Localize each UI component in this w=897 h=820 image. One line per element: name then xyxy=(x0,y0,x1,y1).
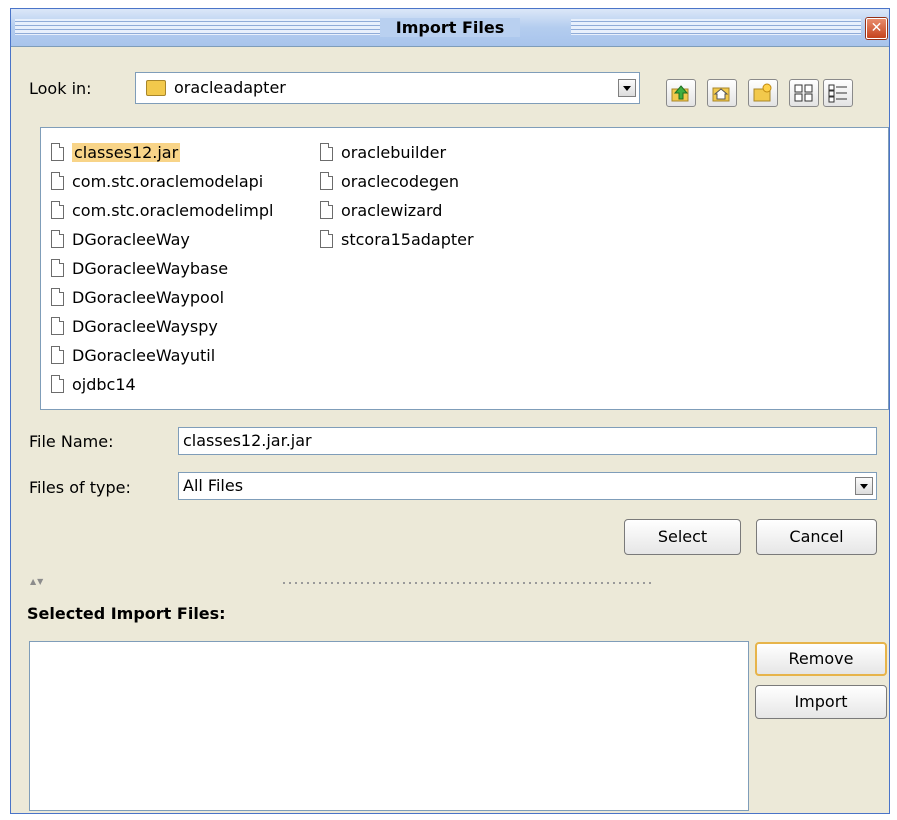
details-view-icon xyxy=(828,84,847,103)
file-item[interactable]: classes12.jar xyxy=(47,141,181,165)
file-item[interactable]: oraclecodegen xyxy=(316,170,459,194)
file-icon xyxy=(320,143,333,161)
file-name: com.stc.oraclemodelapi xyxy=(72,172,264,191)
home-icon xyxy=(712,87,730,102)
file-item[interactable]: oraclebuilder xyxy=(316,141,446,165)
file-name: classes12.jar xyxy=(72,143,181,162)
file-icon xyxy=(51,172,64,190)
file-item[interactable]: ojdbc14 xyxy=(47,373,136,397)
file-icon xyxy=(51,346,64,364)
files-of-type-label: Files of type: xyxy=(29,478,131,497)
chevron-down-icon[interactable] xyxy=(855,477,873,495)
file-name: DGoracleeWaypool xyxy=(72,288,225,307)
list-view-icon xyxy=(794,84,813,102)
new-folder-icon xyxy=(753,83,772,102)
file-icon xyxy=(320,230,333,248)
file-icon xyxy=(51,143,64,161)
file-item[interactable]: stcora15adapter xyxy=(316,228,474,252)
list-view-button[interactable] xyxy=(789,79,819,107)
file-name: DGoracleeWayspy xyxy=(72,317,218,336)
file-icon xyxy=(51,288,64,306)
file-icon xyxy=(51,317,64,335)
file-name: DGoracleeWayutil xyxy=(72,346,216,365)
files-of-type-combo[interactable]: All Files xyxy=(178,472,877,500)
look-in-combo[interactable]: oracleadapter xyxy=(135,72,640,104)
file-item[interactable]: DGoracleeWayspy xyxy=(47,315,218,339)
up-one-level-button[interactable] xyxy=(666,79,696,107)
file-icon xyxy=(320,201,333,219)
file-name: DGoracleeWaybase xyxy=(72,259,229,278)
file-icon xyxy=(320,172,333,190)
file-name: stcora15adapter xyxy=(341,230,474,249)
file-item[interactable]: com.stc.oraclemodelapi xyxy=(47,170,263,194)
file-name: oraclebuilder xyxy=(341,143,447,162)
import-files-dialog: Import Files ✕ Look in: oracleadapter cl… xyxy=(10,8,890,814)
close-button[interactable]: ✕ xyxy=(866,18,887,39)
file-name: oraclewizard xyxy=(341,201,443,220)
close-icon: ✕ xyxy=(870,20,883,36)
file-item[interactable]: oraclewizard xyxy=(316,199,442,223)
file-icon xyxy=(51,201,64,219)
select-button[interactable]: Select xyxy=(624,519,741,555)
split-pane-arrows-icon[interactable]: ▲▼ xyxy=(30,577,44,586)
file-name-label: File Name: xyxy=(29,432,114,451)
file-item[interactable]: DGoracleeWaybase xyxy=(47,257,228,281)
file-name: oraclecodegen xyxy=(341,172,459,191)
up-one-level-icon xyxy=(671,85,689,102)
split-pane-divider[interactable] xyxy=(283,582,653,584)
file-item[interactable]: DGoracleeWaypool xyxy=(47,286,224,310)
import-button[interactable]: Import xyxy=(755,685,887,719)
file-item[interactable]: com.stc.oraclemodelimpl xyxy=(47,199,273,223)
selected-import-files-list[interactable] xyxy=(29,641,749,811)
file-icon xyxy=(51,375,64,393)
look-in-label: Look in: xyxy=(29,79,92,98)
file-name: DGoracleeWay xyxy=(72,230,190,249)
file-name-field[interactable]: classes12.jar.jar xyxy=(178,427,877,455)
new-folder-button[interactable] xyxy=(748,79,778,107)
files-of-type-value: All Files xyxy=(183,476,244,495)
file-list[interactable]: classes12.jar com.stc.oraclemodelapi com… xyxy=(40,127,889,410)
folder-icon xyxy=(146,80,166,96)
file-item[interactable]: DGoracleeWay xyxy=(47,228,190,252)
file-name: com.stc.oraclemodelimpl xyxy=(72,201,274,220)
chevron-down-icon[interactable] xyxy=(618,79,636,97)
file-icon xyxy=(51,230,64,248)
dialog-title: Import Files xyxy=(379,18,521,37)
file-icon xyxy=(51,259,64,277)
selected-import-files-title: Selected Import Files: xyxy=(27,604,226,623)
title-bar[interactable]: Import Files ✕ xyxy=(11,9,889,47)
details-view-button[interactable] xyxy=(823,79,853,107)
look-in-value: oracleadapter xyxy=(174,78,286,97)
cancel-button[interactable]: Cancel xyxy=(756,519,877,555)
remove-button[interactable]: Remove xyxy=(755,642,887,676)
home-button[interactable] xyxy=(707,79,737,107)
file-name: ojdbc14 xyxy=(72,375,136,394)
file-item[interactable]: DGoracleeWayutil xyxy=(47,344,215,368)
